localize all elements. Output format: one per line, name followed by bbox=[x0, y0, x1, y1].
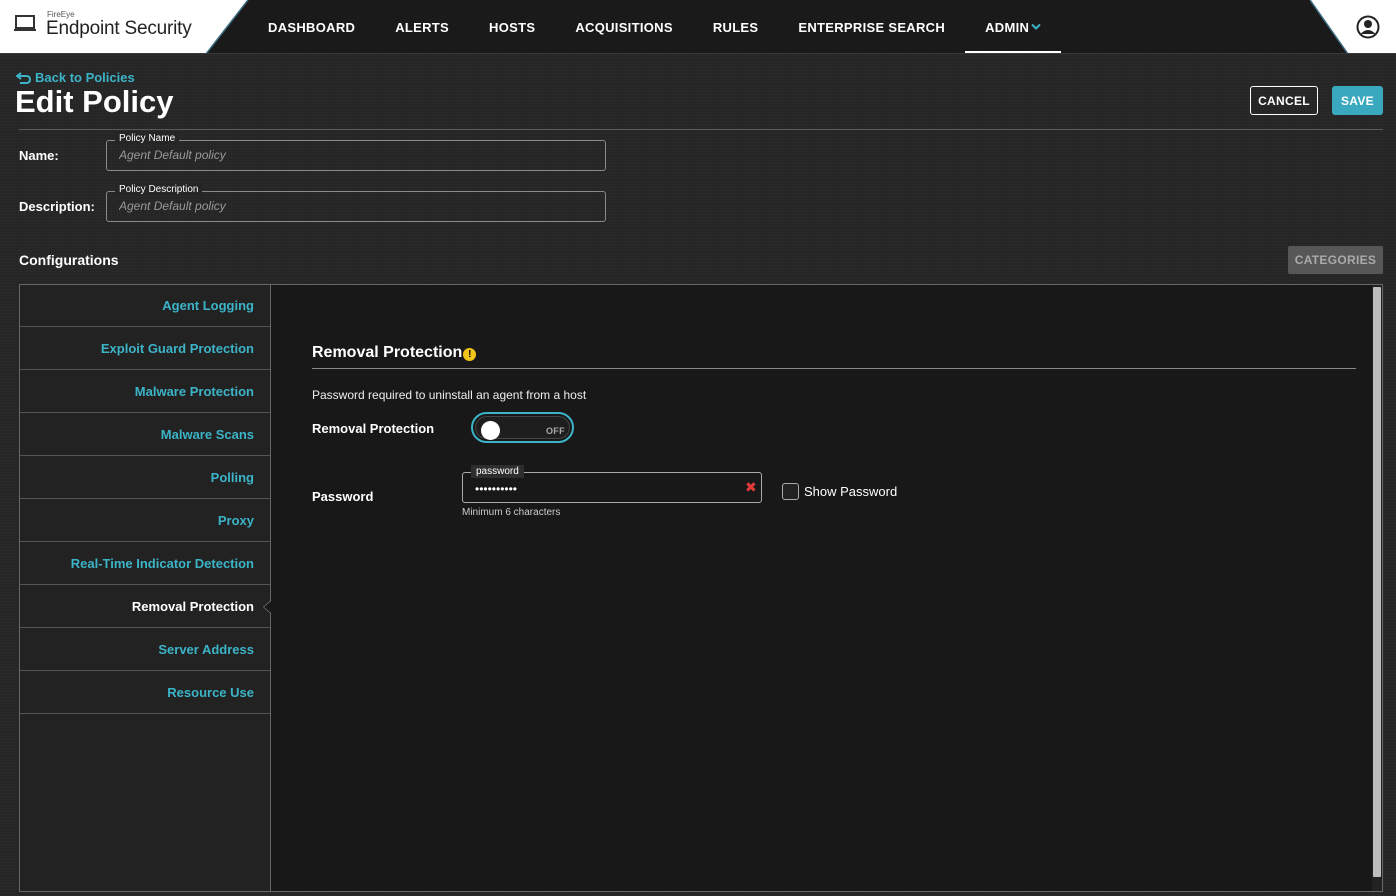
configurations-title: Configurations bbox=[19, 252, 119, 268]
content-scrollbar[interactable] bbox=[1372, 285, 1382, 891]
description-label: Description: bbox=[19, 199, 95, 214]
sidebar-item-label: Polling bbox=[210, 469, 254, 485]
back-arrow-icon bbox=[16, 71, 31, 84]
sidebar-item-label: Exploit Guard Protection bbox=[100, 340, 254, 356]
save-button[interactable]: SAVE bbox=[1332, 86, 1383, 115]
monitor-icon bbox=[14, 15, 36, 31]
nav-admin[interactable]: ADMIN bbox=[965, 0, 1062, 54]
categories-button[interactable]: CATEGORIES bbox=[1288, 246, 1383, 274]
nav-rules[interactable]: RULES bbox=[693, 0, 779, 54]
sidebar-item-label: Malware Scans bbox=[160, 426, 254, 442]
nav-dashboard-label: DASHBOARD bbox=[268, 19, 356, 35]
policy-description-input[interactable] bbox=[119, 199, 589, 213]
nav-alerts[interactable]: ALERTS bbox=[375, 0, 469, 54]
sidebar-item-malware-scans[interactable]: Malware Scans bbox=[20, 413, 270, 456]
clear-icon[interactable]: ✖ bbox=[745, 480, 757, 494]
brand-product: Endpoint Security bbox=[46, 18, 192, 39]
main-nav: DASHBOARD ALERTS HOSTS ACQUISITIONS RULE… bbox=[248, 0, 1062, 54]
password-hint: Minimum 6 characters bbox=[462, 507, 561, 518]
policy-name-field: Policy Name bbox=[106, 133, 606, 171]
removal-protection-label: Removal Protection bbox=[312, 421, 435, 436]
password-field: password ✖ bbox=[462, 465, 762, 503]
password-legend: password bbox=[471, 465, 524, 478]
name-label: Name: bbox=[19, 148, 59, 163]
sidebar-item-real-time-indicator-detection[interactable]: Real-Time Indicator Detection bbox=[20, 542, 270, 585]
sidebar-item-removal-protection[interactable]: Removal Protection bbox=[20, 585, 271, 628]
user-circle-icon[interactable] bbox=[1356, 15, 1380, 39]
config-sidebar: Agent Logging Exploit Guard Protection M… bbox=[20, 285, 271, 891]
configurations-panel: Agent Logging Exploit Guard Protection M… bbox=[19, 284, 1383, 892]
policy-description-field: Policy Description bbox=[106, 184, 606, 222]
nav-rules-label: RULES bbox=[712, 19, 759, 35]
header-divider bbox=[19, 129, 1383, 130]
password-label: Password bbox=[312, 489, 374, 504]
section-divider bbox=[312, 368, 1356, 369]
user-edge-accent bbox=[1309, 0, 1349, 54]
sidebar-item-proxy[interactable]: Proxy bbox=[20, 499, 270, 542]
nav-enterprise-search-label: ENTERPRISE SEARCH bbox=[798, 19, 946, 35]
scrollbar-thumb[interactable] bbox=[1373, 287, 1381, 877]
toggle-track: OFF bbox=[475, 416, 570, 440]
toggle-state-text: OFF bbox=[546, 426, 565, 436]
nav-dashboard[interactable]: DASHBOARD bbox=[248, 0, 375, 54]
back-link-label: Back to Policies bbox=[35, 70, 135, 85]
sidebar-item-agent-logging[interactable]: Agent Logging bbox=[20, 285, 270, 327]
section-description: Password required to uninstall an agent … bbox=[312, 388, 587, 402]
toggle-knob bbox=[481, 421, 500, 440]
sidebar-item-label: Removal Protection bbox=[131, 598, 254, 614]
sidebar-item-label: Server Address bbox=[158, 641, 254, 657]
section-title: Removal Protection ! bbox=[312, 344, 477, 362]
nav-enterprise-search[interactable]: ENTERPRISE SEARCH bbox=[778, 0, 965, 54]
show-password-checkbox[interactable]: Show Password bbox=[782, 483, 897, 500]
nav-admin-label: ADMIN bbox=[985, 19, 1030, 35]
section-title-text: Removal Protection bbox=[312, 344, 463, 361]
nav-acquisitions-label: ACQUISITIONS bbox=[575, 19, 673, 35]
policy-name-input[interactable] bbox=[119, 148, 589, 162]
sidebar-item-label: Resource Use bbox=[167, 684, 254, 700]
sidebar-item-exploit-guard-protection[interactable]: Exploit Guard Protection bbox=[20, 327, 270, 370]
sidebar-item-malware-protection[interactable]: Malware Protection bbox=[20, 370, 270, 413]
nav-hosts[interactable]: HOSTS bbox=[469, 0, 555, 54]
chevron-down-icon bbox=[1031, 23, 1041, 30]
sidebar-item-server-address[interactable]: Server Address bbox=[20, 628, 270, 671]
sidebar-item-resource-use[interactable]: Resource Use bbox=[20, 671, 270, 714]
cancel-button[interactable]: CANCEL bbox=[1250, 86, 1318, 115]
top-divider bbox=[0, 53, 1396, 54]
top-navigation-bar: FireEye Endpoint Security DASHBOARD ALER… bbox=[0, 0, 1396, 54]
password-input[interactable] bbox=[475, 482, 735, 496]
warning-icon[interactable]: ! bbox=[463, 347, 477, 361]
sidebar-item-polling[interactable]: Polling bbox=[20, 456, 270, 499]
show-password-label: Show Password bbox=[804, 484, 898, 499]
checkbox-box[interactable] bbox=[782, 483, 799, 500]
sidebar-item-label: Malware Protection bbox=[134, 383, 254, 399]
nav-hosts-label: HOSTS bbox=[489, 19, 536, 35]
nav-acquisitions[interactable]: ACQUISITIONS bbox=[555, 0, 693, 54]
back-to-policies-link[interactable]: Back to Policies bbox=[16, 70, 135, 85]
sidebar-item-label: Real-Time Indicator Detection bbox=[70, 555, 254, 571]
removal-protection-toggle[interactable]: OFF bbox=[471, 412, 574, 443]
nav-alerts-label: ALERTS bbox=[395, 19, 450, 35]
policy-description-legend: Policy Description bbox=[115, 184, 203, 195]
policy-name-legend: Policy Name bbox=[115, 133, 180, 144]
sidebar-item-label: Proxy bbox=[217, 512, 254, 528]
sidebar-item-label: Agent Logging bbox=[162, 298, 254, 313]
page-title: Edit Policy bbox=[15, 84, 174, 119]
